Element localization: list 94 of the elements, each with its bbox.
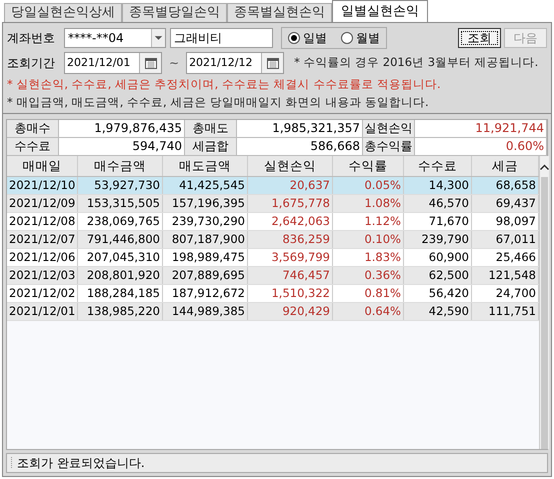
notice-text: * 실현손익, 수수료, 세금은 추정치이며, 수수료는 체결시 수수료률로 적용됩니다.: [7, 77, 442, 92]
table-cell: 198,989,475: [163, 249, 248, 266]
column-header: 매매일: [7, 156, 78, 176]
table-cell: 71,670: [404, 213, 472, 230]
table-cell: 14,300: [404, 177, 472, 194]
table-cell: 3,569,799: [248, 249, 333, 266]
table-cell: 0.36%: [333, 267, 404, 284]
query-button[interactable]: 조회: [458, 28, 501, 48]
summary-label: 수수료: [7, 138, 59, 155]
table-cell: 207,889,695: [163, 267, 248, 284]
table-cell: 144,989,385: [163, 303, 248, 320]
radio-option[interactable]: 월별: [341, 29, 380, 47]
table-cell: 2021/12/09: [7, 195, 78, 212]
table-row[interactable]: 2021/12/03 208,801,920 207,889,695 746,457 0.36% 62,500 121,548: [7, 267, 539, 285]
table-cell: 207,045,310: [78, 249, 163, 266]
table-cell: 2021/12/08: [7, 213, 78, 230]
table-cell: 1.83%: [333, 249, 404, 266]
radio-option[interactable]: 일별: [288, 29, 327, 47]
table-cell: 20,637: [248, 177, 333, 194]
scrollbar[interactable]: [539, 156, 549, 449]
period-label: 조회기간: [7, 55, 56, 72]
column-header: 수익률: [333, 156, 404, 176]
table-cell: 0.05%: [333, 177, 404, 194]
table-row[interactable]: 2021/12/06 207,045,310 198,989,475 3,569,799 1.83% 60,900 25,466: [7, 249, 539, 267]
table-cell: 238,069,765: [78, 213, 163, 230]
calendar-icon[interactable]: [139, 53, 161, 73]
date-to-field[interactable]: 2021/12/12: [186, 52, 284, 74]
table-cell: 187,912,672: [163, 285, 248, 302]
summary-label: 총매수: [7, 120, 59, 137]
table-row[interactable]: 2021/12/01 138,985,220 144,989,385 920,429 0.64% 42,590 111,751: [7, 303, 539, 321]
calendar-icon[interactable]: [261, 53, 284, 73]
table-cell: 1.12%: [333, 213, 404, 230]
status-text: 조회가 완료되었습니다.: [17, 455, 145, 472]
summary-label: 세금합: [185, 138, 237, 155]
column-header: 매도금액: [163, 156, 248, 176]
table-cell: 1,510,322: [248, 285, 333, 302]
summary-label: 총수익률: [363, 138, 415, 155]
table-cell: 53,927,730: [78, 177, 163, 194]
grip-icon: [10, 457, 13, 469]
scroll-up-icon[interactable]: [540, 164, 549, 170]
column-header: 실현손익: [248, 156, 333, 176]
table-row[interactable]: 2021/12/10 53,927,730 41,425,545 20,637 0.05% 14,300 68,658: [7, 177, 539, 195]
table-cell: 188,284,185: [78, 285, 163, 302]
table-row[interactable]: 2021/12/09 153,315,505 157,196,395 1,675,778 1.08% 46,570 69,437: [7, 195, 539, 213]
date-from-field[interactable]: 2021/12/01: [64, 52, 162, 74]
table-cell: 746,457: [248, 267, 333, 284]
table-cell: 0.64%: [333, 303, 404, 320]
table-cell: 791,446,800: [78, 231, 163, 248]
table-row[interactable]: 2021/12/08 238,069,765 239,730,290 2,642,063 1.12% 71,670 98,097: [7, 213, 539, 231]
yield-note: * 수익률의 경우 2016년 3월부터 제공됩니다.: [294, 54, 538, 72]
table-cell: 0.81%: [333, 285, 404, 302]
table-cell: 157,196,395: [163, 195, 248, 212]
summary-label: 실현손익: [363, 120, 415, 137]
summary-label: 총매도: [185, 120, 237, 137]
table-cell: 1.08%: [333, 195, 404, 212]
table-cell: 239,730,290: [163, 213, 248, 230]
tab[interactable]: 당일실현손익상세: [4, 3, 122, 22]
table-cell: 2021/12/10: [7, 177, 78, 194]
account-label: 계좌번호: [7, 30, 56, 47]
table-cell: 208,801,920: [78, 267, 163, 284]
table-cell: 138,985,220: [78, 303, 163, 320]
table-cell: 0.10%: [333, 231, 404, 248]
table-cell: 60,900: [404, 249, 472, 266]
tab[interactable]: 종목별실현손익: [227, 3, 332, 22]
table-cell: 2021/12/01: [7, 303, 78, 320]
table-cell: 62,500: [404, 267, 472, 284]
caret-icon: [151, 29, 165, 47]
table-cell: 2,642,063: [248, 213, 333, 230]
table-cell: 807,187,900: [163, 231, 248, 248]
table-cell: 239,790: [404, 231, 472, 248]
table-row[interactable]: 2021/12/07 791,446,800 807,187,900 836,259 0.10% 239,790 67,011: [7, 231, 539, 249]
table-cell: 2021/12/06: [7, 249, 78, 266]
table-cell: 42,590: [404, 303, 472, 320]
notice-text: * 매입금액, 매도금액, 수수료, 세금은 당일매매일지 화면의 내용과 동일합니다.: [7, 95, 430, 110]
table-cell: 920,429: [248, 303, 333, 320]
table-cell: 2021/12/07: [7, 231, 78, 248]
table-row[interactable]: 2021/12/02 188,284,185 187,912,672 1,510,322 0.81% 56,420 24,700: [7, 285, 539, 303]
table-cell: 153,315,505: [78, 195, 163, 212]
summary-value: 11,921,744: [415, 120, 547, 137]
table-cell: 1,675,778: [248, 195, 333, 212]
column-header: 매수금액: [78, 156, 163, 176]
range-separator: ~: [168, 55, 180, 72]
table-cell: 836,259: [248, 231, 333, 248]
column-header: 수수료: [404, 156, 472, 176]
tab[interactable]: 종목별당일손익: [122, 3, 227, 22]
tab[interactable]: 일별실현손익: [332, 0, 428, 22]
summary-value: 0.60%: [415, 138, 547, 155]
account-dropdown[interactable]: ****-**04: [64, 28, 166, 48]
table-cell: 41,425,545: [163, 177, 248, 194]
table-cell: 56,420: [404, 285, 472, 302]
table-cell: 46,570: [404, 195, 472, 212]
table-cell: 2021/12/02: [7, 285, 78, 302]
table-cell: 2021/12/03: [7, 267, 78, 284]
account-name-field: 그래비티: [170, 28, 273, 48]
